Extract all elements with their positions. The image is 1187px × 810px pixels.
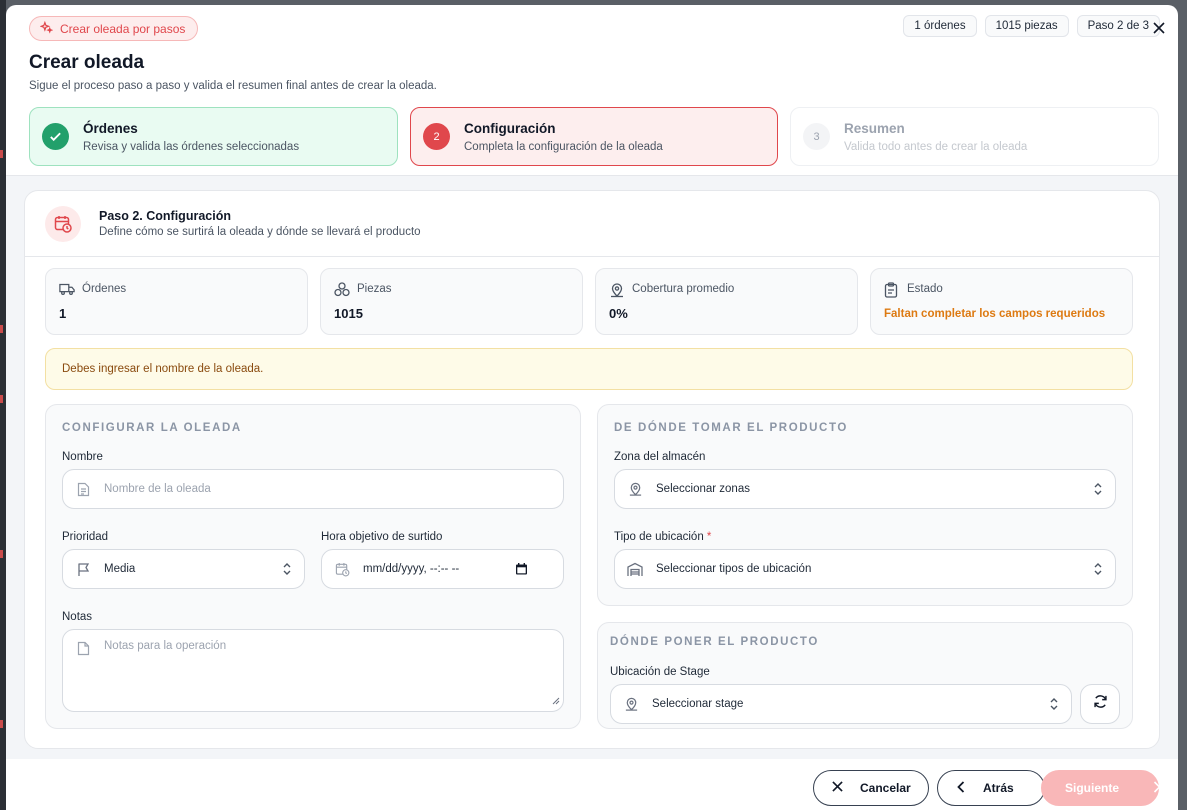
stat-estado: Estado Faltan completar los campos reque… — [870, 268, 1133, 335]
stage-value: Seleccionar stage — [652, 698, 744, 710]
required-mark: * — [706, 531, 712, 543]
wave-name-input[interactable]: Nombre de la oleada — [62, 469, 564, 509]
stat-cobertura: Cobertura promedio 0% — [595, 268, 858, 335]
stat-ordenes: Órdenes 1 — [45, 268, 308, 335]
calendar-icon[interactable] — [516, 563, 527, 578]
priority-label: Prioridad — [62, 531, 109, 543]
stat-label: Órdenes — [82, 283, 127, 295]
boxes-icon — [334, 282, 350, 302]
calendar-clock-icon — [45, 206, 81, 242]
zone-label: Zona del almacén — [614, 451, 706, 463]
orders-count-pill: 1 órdenes — [903, 15, 977, 37]
step-number: 2 — [423, 123, 450, 150]
chevron-left-icon — [957, 780, 965, 796]
location-type-label: Tipo de ubicación * — [614, 531, 712, 543]
stat-label: Piezas — [357, 283, 392, 295]
modal-title: Crear oleada — [29, 52, 145, 73]
panel-destination: DÓNDE PONER EL PRODUCTO Ubicación de Sta… — [597, 622, 1133, 729]
priority-select[interactable]: Media — [62, 549, 305, 589]
mode-badge: Crear oleada por pasos — [29, 16, 199, 41]
validation-alert: Debes ingresar el nombre de la oleada. — [45, 348, 1133, 390]
name-label: Nombre — [62, 451, 103, 463]
step-configuracion[interactable]: 2 Configuración Completa la configuració… — [410, 107, 778, 166]
pieces-count-pill: 1015 piezas — [984, 15, 1069, 37]
panel-heading: CONFIGURAR LA OLEADA — [62, 422, 242, 434]
next-button[interactable]: Siguiente — [1041, 770, 1161, 806]
zone-select[interactable]: Seleccionar zonas — [614, 469, 1116, 509]
clipboard-icon — [884, 282, 898, 303]
next-label: Siguiente — [1065, 781, 1120, 795]
check-icon — [42, 123, 69, 150]
modal-subtitle: Sigue el proceso paso a paso y valida el… — [29, 80, 437, 92]
map-pin-icon — [609, 282, 625, 303]
step-title: Resumen — [844, 120, 905, 136]
refresh-stage-button[interactable] — [1080, 684, 1120, 724]
chevron-up-down-icon — [282, 562, 292, 579]
step-indicator-pill: Paso 2 de 3 — [1076, 15, 1160, 37]
step-number: 3 — [803, 123, 830, 150]
note-icon — [75, 640, 91, 656]
wave-name-placeholder: Nombre de la oleada — [104, 483, 211, 495]
panel-heading: DE DÓNDE TOMAR EL PRODUCTO — [614, 422, 848, 434]
step-description: Revisa y valida las órdenes seleccionada… — [83, 140, 300, 153]
back-button[interactable]: Atrás — [937, 770, 1045, 806]
chevron-up-down-icon — [1093, 482, 1103, 499]
configuration-card: Paso 2. Configuración Define cómo se sur… — [24, 190, 1160, 749]
stat-label: Cobertura promedio — [632, 283, 735, 295]
map-pin-icon — [627, 481, 643, 497]
summary-pills: 1 órdenes 1015 piezas Paso 2 de 3 — [903, 15, 1160, 37]
stat-piezas: Piezas 1015 — [320, 268, 583, 335]
mode-badge-label: Crear oleada por pasos — [60, 21, 186, 36]
flag-icon — [75, 561, 91, 577]
zone-value: Seleccionar zonas — [656, 483, 750, 495]
close-icon[interactable] — [1150, 19, 1168, 37]
stage-select[interactable]: Seleccionar stage — [610, 684, 1072, 724]
step-resumen[interactable]: 3 Resumen Valida todo antes de crear la … — [790, 107, 1159, 166]
truck-icon — [59, 282, 75, 301]
modal-footer: Cancelar Atrás Siguiente — [6, 760, 1178, 810]
map-pin-icon — [623, 696, 639, 712]
chevron-up-down-icon — [1049, 697, 1059, 714]
step-ordenes[interactable]: Órdenes Revisa y valida las órdenes sele… — [29, 107, 398, 166]
target-time-label: Hora objetivo de surtido — [321, 531, 443, 543]
stat-value: 0% — [609, 306, 628, 321]
step-description: Valida todo antes de crear la oleada — [844, 140, 1028, 153]
stat-value-warning: Faltan completar los campos requeridos — [884, 308, 1106, 320]
refresh-icon — [1093, 694, 1108, 714]
stat-value: 1015 — [334, 306, 363, 321]
cancel-label: Cancelar — [860, 781, 911, 795]
stage-label: Ubicación de Stage — [610, 666, 710, 678]
create-wave-modal: Crear oleada por pasos 1 órdenes 1015 pi… — [6, 5, 1178, 810]
chevron-up-down-icon — [1093, 562, 1103, 579]
chevron-right-icon — [1153, 780, 1161, 796]
notes-placeholder: Notas para la operación — [104, 640, 227, 652]
step-title: Órdenes — [83, 120, 138, 136]
target-time-value: mm/dd/yyyy, --:-- -- — [363, 563, 460, 575]
panel-heading: DÓNDE PONER EL PRODUCTO — [610, 636, 819, 648]
priority-value: Media — [104, 563, 136, 575]
cancel-button[interactable]: Cancelar — [813, 770, 929, 806]
section-title: Paso 2. Configuración — [99, 209, 231, 223]
stat-value: 1 — [59, 306, 67, 321]
target-time-input[interactable]: mm/dd/yyyy, --:-- -- — [321, 549, 564, 589]
notes-label: Notas — [62, 611, 93, 623]
warehouse-icon — [627, 561, 643, 577]
section-header: Paso 2. Configuración Define cómo se sur… — [25, 191, 1159, 257]
step-title: Configuración — [464, 120, 556, 136]
location-type-value: Seleccionar tipos de ubicación — [656, 563, 812, 575]
calendar-clock-icon — [334, 561, 350, 577]
document-icon — [75, 481, 91, 497]
stat-label: Estado — [907, 283, 943, 295]
section-description: Define cómo se surtirá la oleada y dónde… — [99, 226, 421, 238]
modal-body: Paso 2. Configuración Define cómo se sur… — [6, 175, 1178, 759]
resize-handle-icon[interactable] — [552, 696, 560, 708]
panel-source: DE DÓNDE TOMAR EL PRODUCTO Zona del alma… — [597, 404, 1133, 606]
location-type-select[interactable]: Seleccionar tipos de ubicación — [614, 549, 1116, 589]
close-icon — [832, 781, 843, 795]
panel-configure-wave: CONFIGURAR LA OLEADA Nombre Nombre de la… — [45, 404, 581, 729]
sparkle-icon — [39, 20, 54, 37]
notes-textarea[interactable]: Notas para la operación — [62, 629, 564, 712]
step-description: Completa la configuración de la oleada — [464, 140, 663, 153]
back-label: Atrás — [983, 781, 1014, 795]
